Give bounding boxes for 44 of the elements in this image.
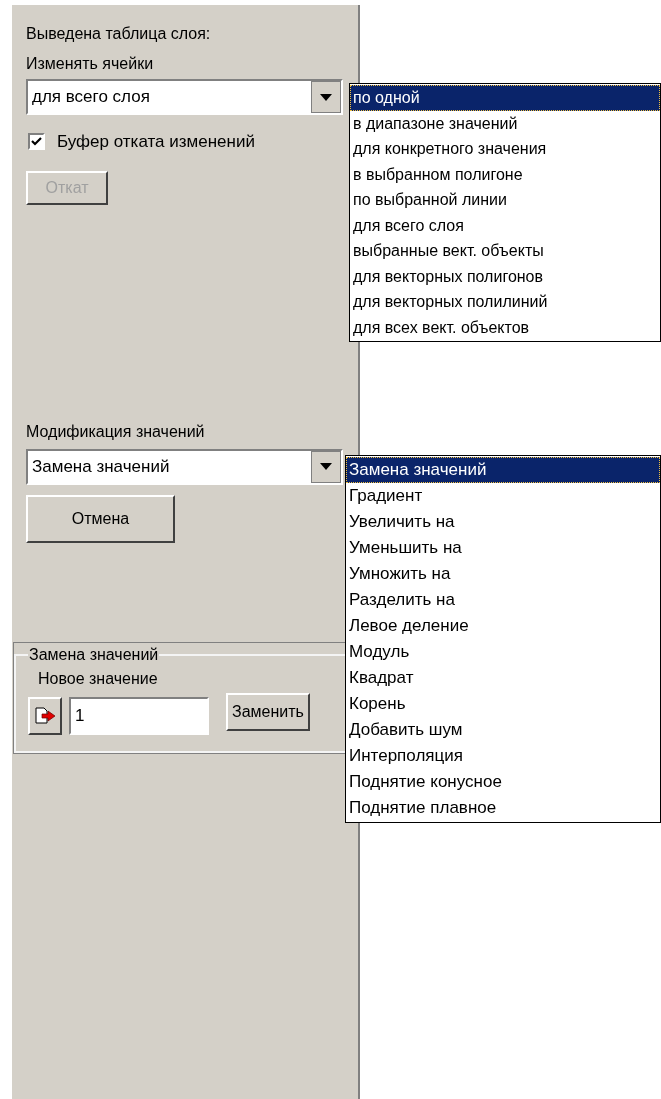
combo-value: Замена значений <box>31 455 171 478</box>
combo-box[interactable]: для всего слоя <box>26 79 343 115</box>
caret-icon <box>320 463 332 470</box>
list-option[interactable]: для векторных полигонов <box>350 263 660 289</box>
value-input[interactable]: 1 <box>69 696 209 735</box>
list-option[interactable]: Умножить на <box>346 561 660 587</box>
list-option[interactable]: Интерполяция <box>346 743 660 769</box>
list-option[interactable]: для всего слоя <box>350 212 660 238</box>
list-option[interactable]: выбранные вект. объекты <box>350 238 660 264</box>
page-arrow-icon <box>34 706 56 725</box>
list-option[interactable]: Увеличить на <box>346 509 660 535</box>
dropdown-button[interactable] <box>311 450 341 483</box>
list-option[interactable]: Поднятие конусное <box>346 769 660 795</box>
checkbox-label: Буфер отката изменений <box>57 131 255 153</box>
list-option[interactable]: Левое деление <box>346 613 660 639</box>
list-option[interactable]: по выбранной линии <box>350 187 660 213</box>
cells-label: Изменять ячейки <box>26 54 155 74</box>
list-option[interactable]: по одной <box>350 85 660 111</box>
list-option[interactable]: Корень <box>346 691 660 717</box>
list-option[interactable]: Поднятие плавное <box>346 795 660 821</box>
list-option[interactable]: Замена значений <box>346 457 660 483</box>
replace-button[interactable]: Заменить <box>226 692 310 731</box>
group-title: Замена значений <box>28 644 160 665</box>
list-option[interactable]: Уменьшить на <box>346 535 660 561</box>
list-option[interactable]: для всех вект. объектов <box>350 314 660 340</box>
combo-value: для всего слоя <box>31 86 151 109</box>
list-option[interactable]: Разделить на <box>346 587 660 613</box>
list-option[interactable]: Модуль <box>346 639 660 665</box>
list-option[interactable]: Квадрат <box>346 665 660 691</box>
caret-icon <box>320 93 332 101</box>
list-option[interactable]: в диапазоне значений <box>350 110 660 136</box>
list-option[interactable]: Градиент <box>346 483 660 509</box>
paste-button[interactable] <box>28 696 62 735</box>
combo-box[interactable]: Замена значений <box>26 448 343 485</box>
list-option[interactable]: Добавить шум <box>346 717 660 743</box>
checkbox[interactable] <box>28 133 45 151</box>
header-label: Выведена таблица слоя: <box>26 24 212 44</box>
dropdown-button[interactable] <box>311 81 341 113</box>
list-option[interactable]: в выбранном полигоне <box>350 161 660 187</box>
modify-label: Модификация значений <box>26 421 206 442</box>
push-button[interactable]: Отмена <box>26 494 175 543</box>
list-option[interactable]: для векторных полилиний <box>350 289 660 315</box>
list-option[interactable]: для конкретного значения <box>350 136 660 162</box>
check-icon <box>31 137 42 147</box>
